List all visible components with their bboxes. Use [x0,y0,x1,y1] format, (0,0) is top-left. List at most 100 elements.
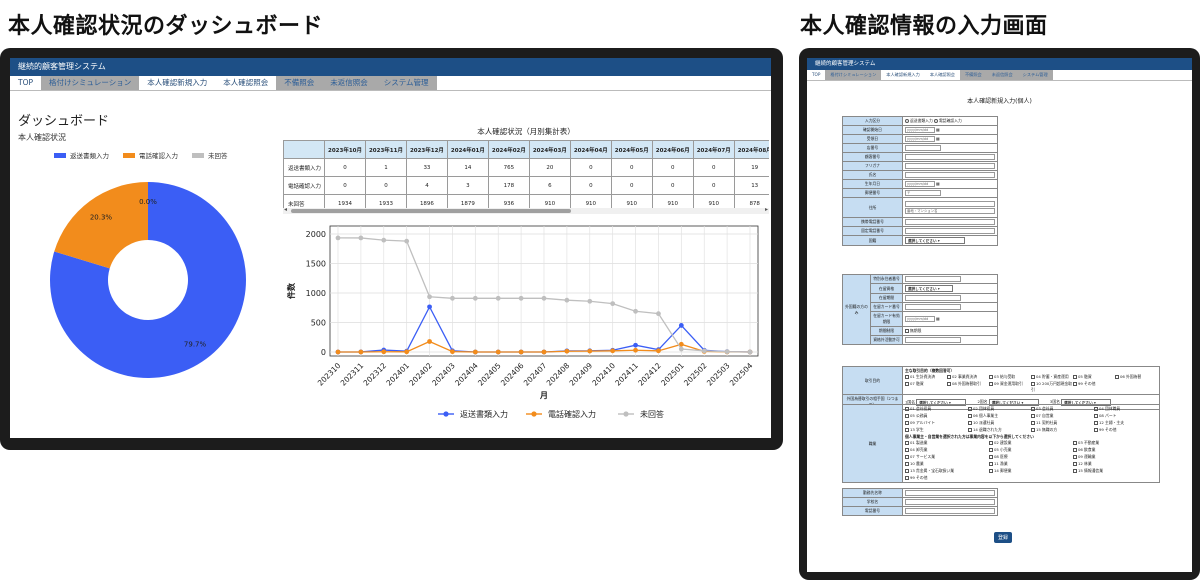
option-item[interactable]: 09 アルバイト [905,420,968,426]
option-item[interactable]: 02 建設業 [989,440,1073,446]
option-item[interactable]: 10 農業 [905,461,989,467]
kakunin-date-input[interactable]: yyyy/mm/dd [905,127,935,133]
option-checkbox[interactable] [905,375,909,379]
option-checkbox[interactable] [968,421,972,425]
tel-input[interactable] [905,228,995,234]
option-checkbox[interactable] [1073,441,1077,445]
option-checkbox[interactable] [1073,448,1077,452]
option-checkbox[interactable] [947,382,951,386]
menu-item[interactable]: 格付けシミュレーション [41,76,140,90]
zip-input[interactable]: 〒 [905,190,941,196]
menu-item[interactable]: 本人確認照会 [215,76,276,90]
kokyaku-no-input[interactable] [905,154,995,160]
option-checkbox[interactable] [989,448,993,452]
menu-item[interactable]: 不備照会 [959,70,987,80]
option-checkbox[interactable] [989,469,993,473]
option-checkbox[interactable] [1094,421,1098,425]
option-item[interactable]: 06 飲食業 [1073,447,1157,453]
option-checkbox[interactable] [905,382,909,386]
card-expiry-input[interactable]: yyyy/mm/dd [905,316,935,322]
option-item[interactable]: 10 200万円超現金取引 [1031,381,1073,393]
menu-item[interactable]: 本人確認新規入力 [881,70,925,80]
option-checkbox[interactable] [1094,414,1098,418]
option-checkbox[interactable] [968,428,972,432]
option-item[interactable]: 14 郵便業 [989,468,1073,474]
option-checkbox[interactable] [989,455,993,459]
option-item[interactable]: 06 外国為替 [1115,374,1157,380]
option-item[interactable]: 06 個人事業主 [968,413,1031,419]
option-item[interactable]: 99 その他 [1073,381,1115,393]
option-checkbox[interactable] [905,455,909,459]
option-checkbox[interactable] [905,476,909,480]
option-checkbox[interactable] [1115,375,1119,379]
option-item[interactable]: 01 製造業 [905,440,989,446]
option-item[interactable]: 09 資金運用取引 [989,381,1031,393]
scroll-left-icon[interactable]: ◂ [284,206,287,213]
tenban-input[interactable] [905,145,941,151]
option-checkbox[interactable] [905,414,909,418]
option-item[interactable]: 99 その他 [905,475,989,481]
option-checkbox[interactable] [905,441,909,445]
option-checkbox[interactable] [905,421,909,425]
option-item[interactable]: 08 パート [1094,413,1157,419]
menu-item[interactable]: 未返信照会 [322,76,376,90]
option-checkbox[interactable] [1031,428,1035,432]
option-item[interactable]: 09 運輸業 [1073,454,1157,460]
option-item[interactable]: 05 公務員 [905,413,968,419]
option-checkbox[interactable] [1031,421,1035,425]
option-item[interactable]: 05 小売業 [989,447,1073,453]
option-checkbox[interactable] [989,441,993,445]
radio-mail[interactable] [905,119,909,123]
scroll-right-icon[interactable]: ▸ [765,206,768,213]
calendar-icon[interactable]: ▦ [936,316,940,321]
kikan-checkbox[interactable] [905,329,909,333]
option-item[interactable]: 03 不動産業 [1073,440,1157,446]
option-checkbox[interactable] [905,407,909,411]
option-item[interactable]: 12 林業 [1073,461,1157,467]
option-item[interactable]: 02 事業費決済 [947,374,989,380]
option-item[interactable]: 14 退職された方 [968,427,1031,433]
option-checkbox[interactable] [1031,375,1035,379]
option-checkbox[interactable] [1031,414,1035,418]
option-checkbox[interactable] [1031,382,1035,386]
option-checkbox[interactable] [1073,455,1077,459]
denwa-input[interactable] [905,508,995,514]
option-item[interactable]: 08 医療 [989,454,1073,460]
option-checkbox[interactable] [968,414,972,418]
menu-item[interactable]: システム管理 [1017,70,1053,80]
option-item[interactable]: 03 給与受取 [989,374,1031,380]
option-item[interactable]: 15 無職の方 [1031,427,1094,433]
option-checkbox[interactable] [989,375,993,379]
option-checkbox[interactable] [947,375,951,379]
option-item[interactable]: 99 その他 [1094,427,1157,433]
option-item[interactable]: 02 団体役員 [968,406,1031,412]
option-checkbox[interactable] [905,462,909,466]
menu-item[interactable]: TOP [807,70,825,80]
furigana-input[interactable] [905,163,995,169]
option-item[interactable]: 04 卸売業 [905,447,989,453]
calendar-icon[interactable]: ▦ [936,127,940,132]
option-item[interactable]: 12 主婦・主夫 [1094,420,1157,426]
kinmu-input[interactable] [905,490,995,496]
option-item[interactable]: 07 サービス業 [905,454,989,460]
foreign-id-input[interactable] [905,276,961,282]
option-checkbox[interactable] [1031,407,1035,411]
option-checkbox[interactable] [1073,382,1077,386]
option-checkbox[interactable] [968,407,972,411]
option-item[interactable]: 08 外国為替取引 [947,381,989,393]
calendar-icon[interactable]: ▦ [936,181,940,186]
option-item[interactable]: 07 融資 [905,381,947,393]
kokuseki-select[interactable]: 選択してください ▾ [905,237,965,244]
menu-item[interactable]: TOP [10,76,41,90]
mobile-input[interactable] [905,219,995,225]
calendar-icon[interactable]: ▦ [936,136,940,141]
option-item[interactable]: 10 派遣社員 [968,420,1031,426]
register-button[interactable]: 登録 [994,532,1013,543]
option-item[interactable]: 03 会社員 [1031,406,1094,412]
menu-item[interactable]: システム管理 [375,76,437,90]
menu-item[interactable]: 格付けシミュレーション [825,70,882,80]
shimei-input[interactable] [905,172,995,178]
option-checkbox[interactable] [905,448,909,452]
option-checkbox[interactable] [905,428,909,432]
option-checkbox[interactable] [1073,375,1077,379]
